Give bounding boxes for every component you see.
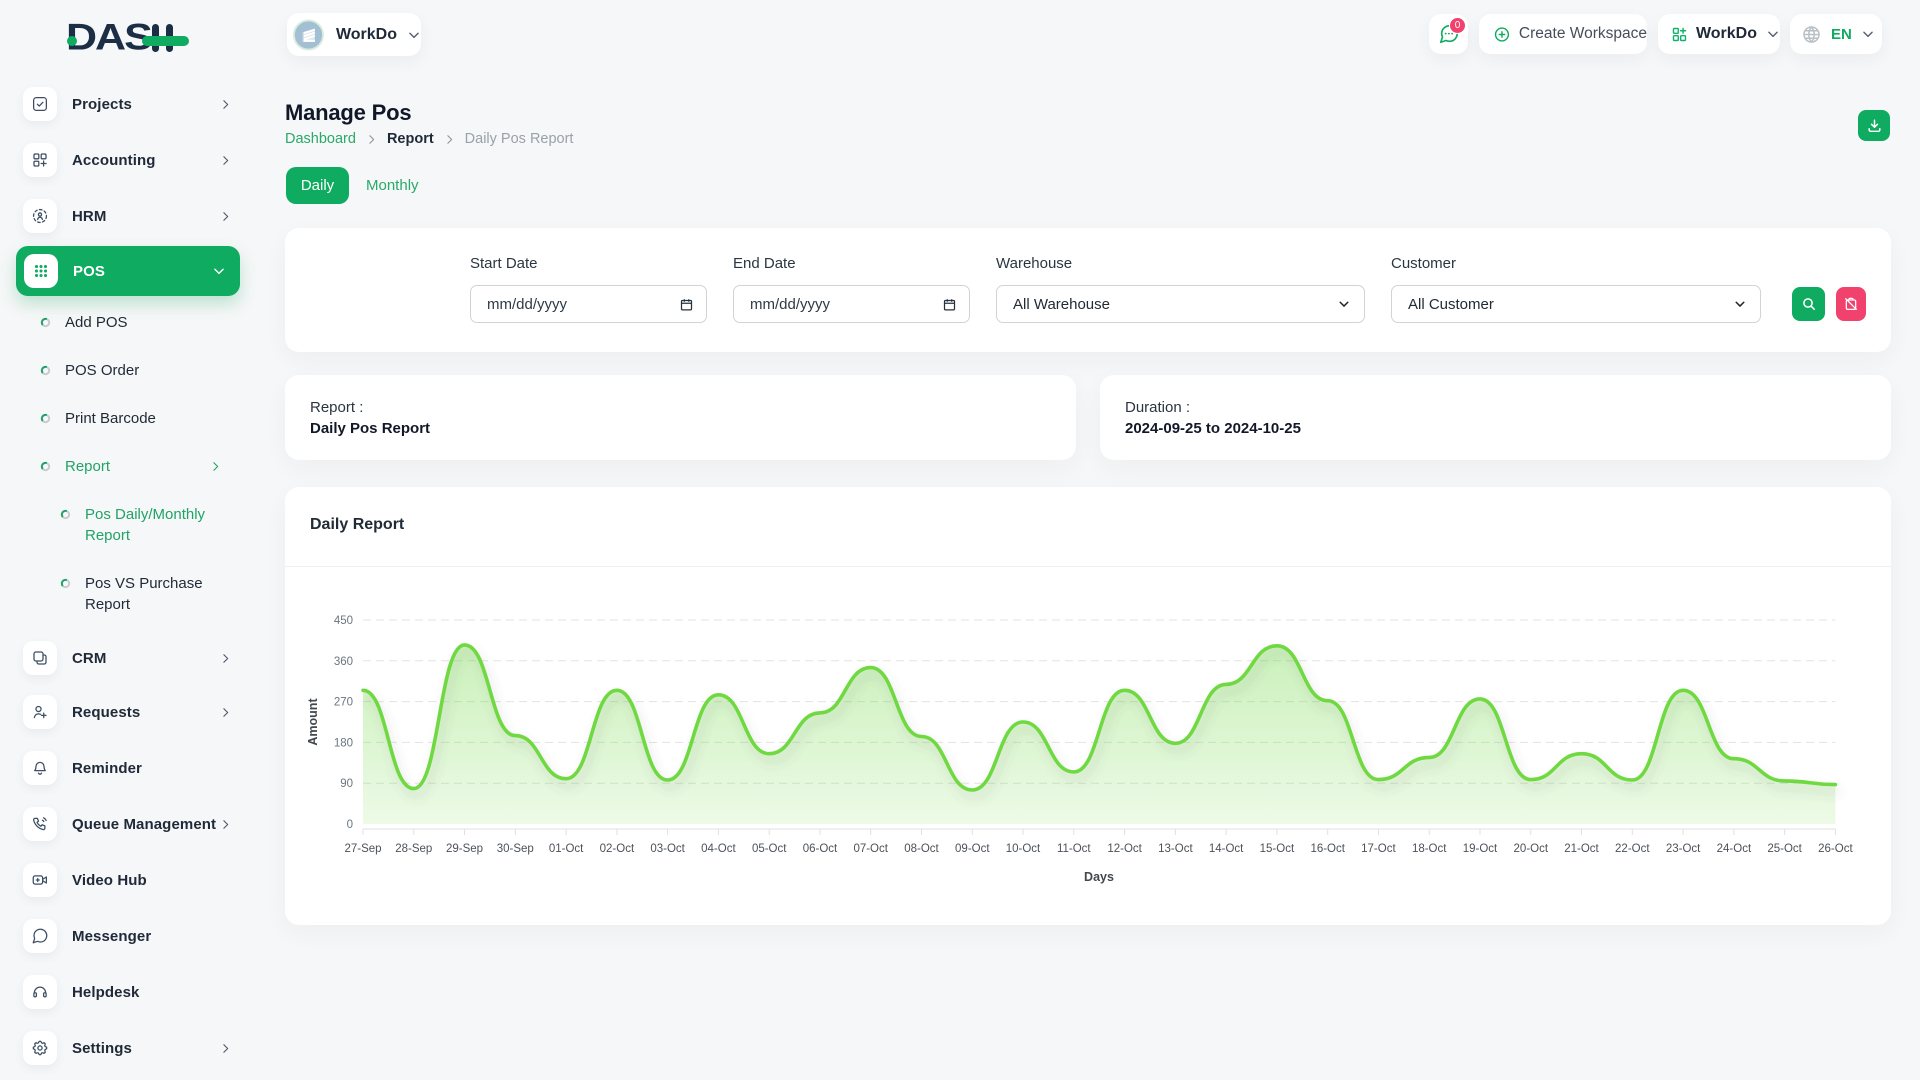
svg-text:15-Oct: 15-Oct [1260,843,1295,855]
svg-text:25-Oct: 25-Oct [1767,843,1802,855]
svg-text:22-Oct: 22-Oct [1615,843,1650,855]
svg-text:270: 270 [334,697,353,709]
svg-text:28-Sep: 28-Sep [395,843,432,855]
svg-text:Amount: Amount [306,698,320,746]
svg-text:06-Oct: 06-Oct [803,843,838,855]
svg-text:21-Oct: 21-Oct [1564,843,1599,855]
svg-text:23-Oct: 23-Oct [1666,843,1701,855]
svg-text:Days: Days [1084,870,1114,884]
svg-text:27-Sep: 27-Sep [344,843,381,855]
svg-text:450: 450 [334,615,353,627]
svg-text:03-Oct: 03-Oct [650,843,685,855]
svg-text:16-Oct: 16-Oct [1310,843,1345,855]
svg-text:180: 180 [334,737,353,749]
svg-text:07-Oct: 07-Oct [853,843,888,855]
svg-text:26-Oct: 26-Oct [1818,843,1853,855]
svg-text:01-Oct: 01-Oct [549,843,584,855]
svg-text:08-Oct: 08-Oct [904,843,939,855]
svg-text:04-Oct: 04-Oct [701,843,736,855]
svg-text:360: 360 [334,656,353,668]
svg-text:19-Oct: 19-Oct [1463,843,1498,855]
svg-text:05-Oct: 05-Oct [752,843,787,855]
svg-text:29-Sep: 29-Sep [446,843,483,855]
svg-text:14-Oct: 14-Oct [1209,843,1244,855]
svg-text:18-Oct: 18-Oct [1412,843,1447,855]
svg-text:02-Oct: 02-Oct [600,843,635,855]
svg-text:09-Oct: 09-Oct [955,843,990,855]
svg-text:11-Oct: 11-Oct [1057,843,1091,855]
svg-text:30-Sep: 30-Sep [497,843,534,855]
svg-text:13-Oct: 13-Oct [1158,843,1193,855]
svg-text:10-Oct: 10-Oct [1006,843,1041,855]
svg-text:0: 0 [347,819,353,831]
svg-text:12-Oct: 12-Oct [1107,843,1142,855]
svg-text:17-Oct: 17-Oct [1361,843,1396,855]
svg-text:24-Oct: 24-Oct [1717,843,1752,855]
svg-text:90: 90 [340,778,353,790]
svg-text:20-Oct: 20-Oct [1514,843,1549,855]
